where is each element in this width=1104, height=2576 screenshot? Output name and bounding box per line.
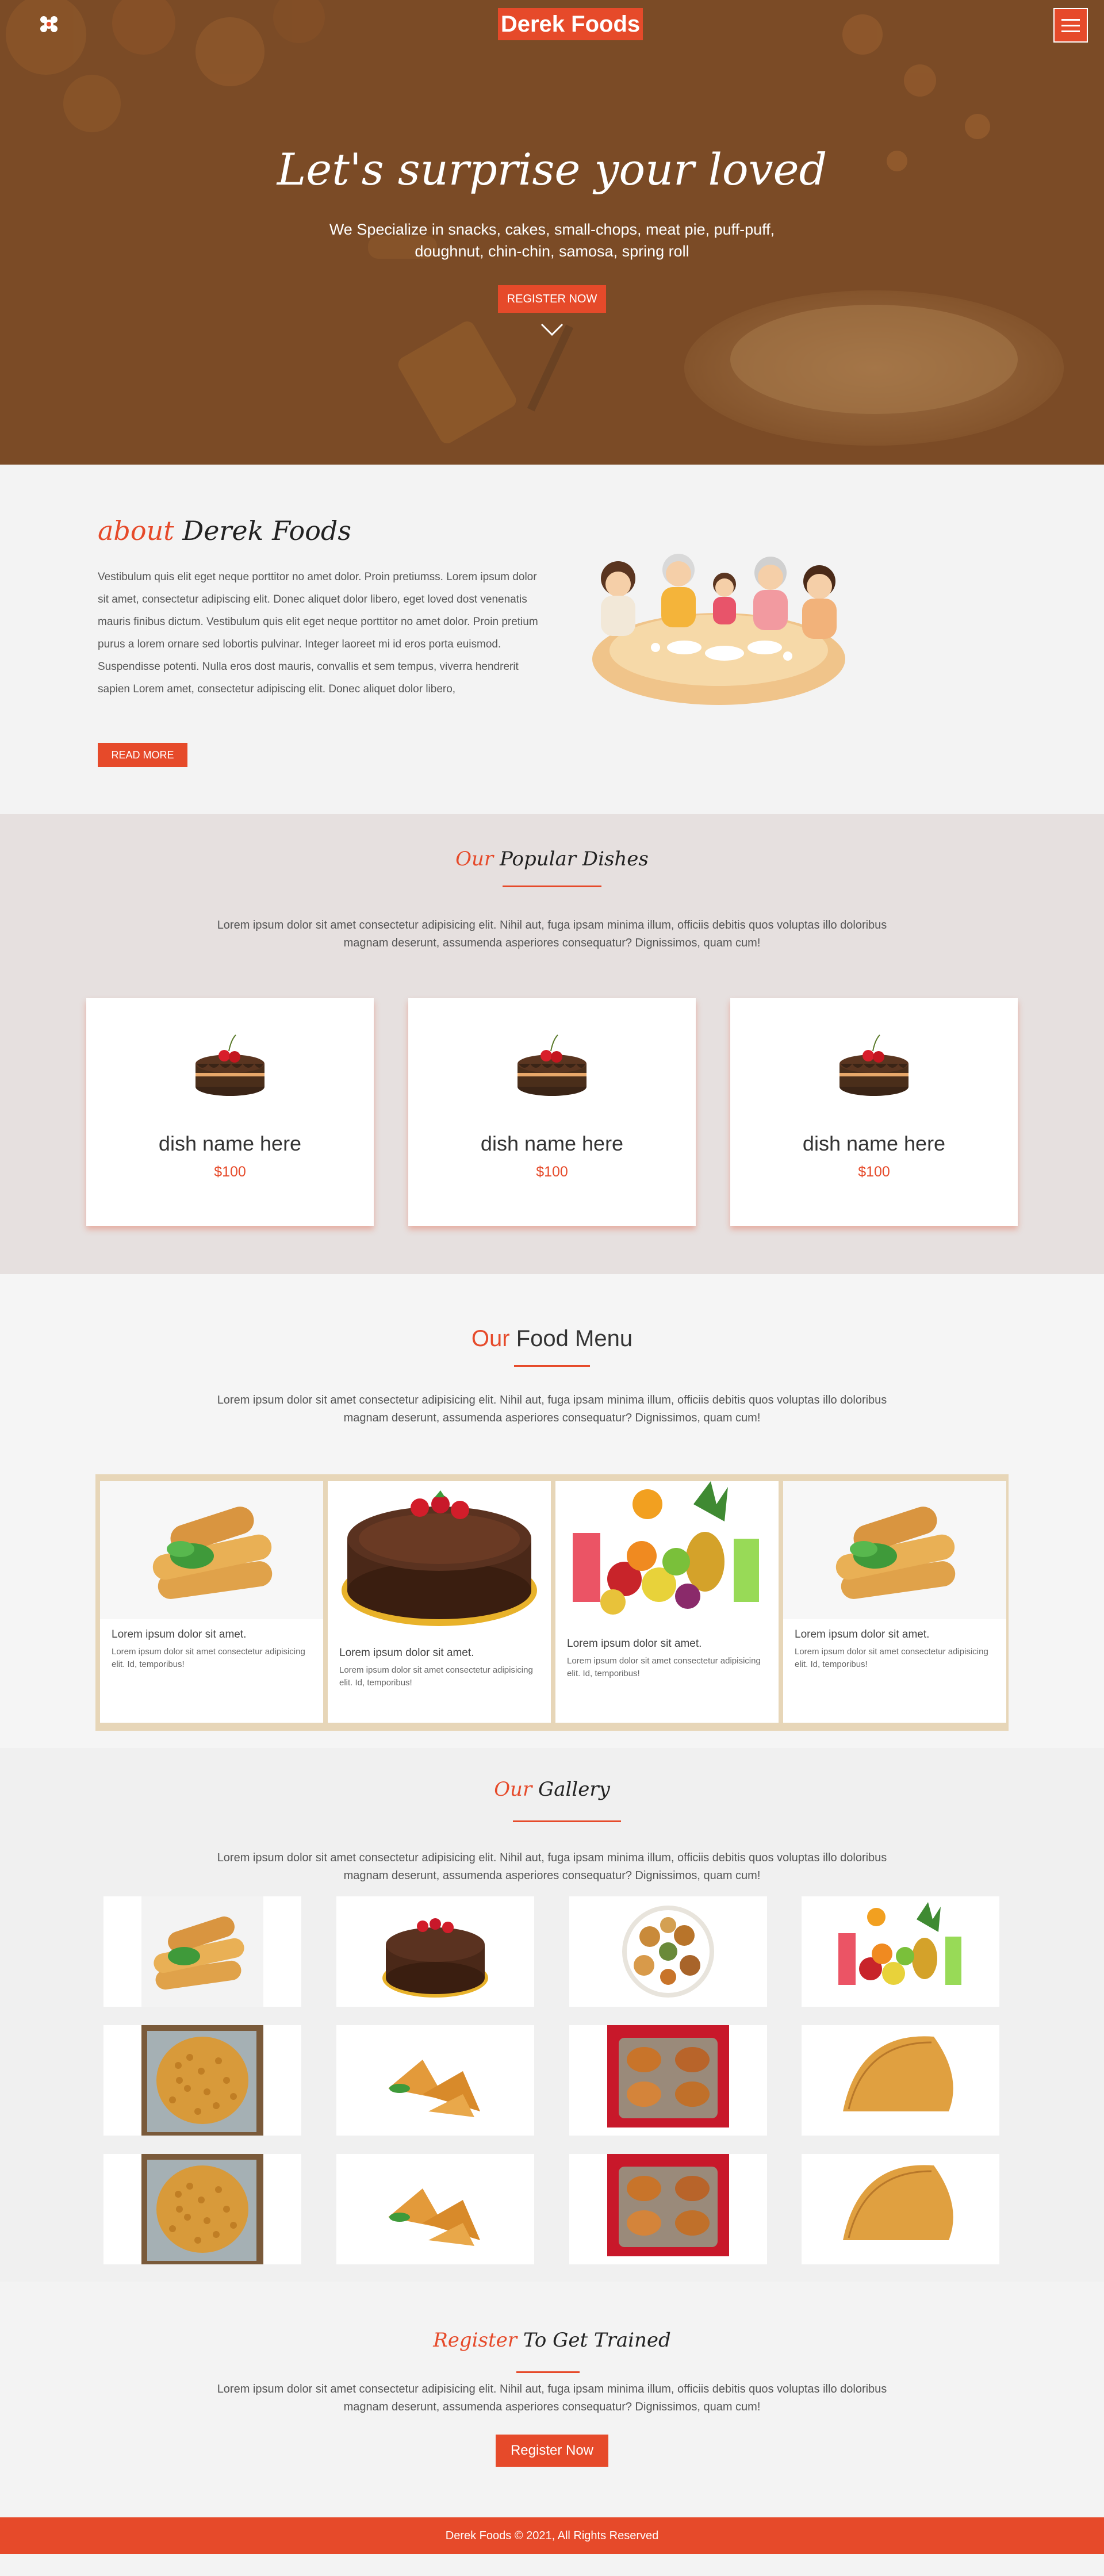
- copyright-text: Derek Foods © 2021, All Rights Reserved: [445, 2529, 659, 2542]
- flower-logo-icon[interactable]: [34, 13, 63, 36]
- hero-title: Let's surprise your loved: [277, 144, 827, 195]
- menu-item-desc: Lorem ipsum dolor sit amet consectetur a…: [339, 1665, 533, 1688]
- menu-item-card[interactable]: Lorem ipsum dolor sit amet. Lorem ipsum …: [783, 1481, 1006, 1723]
- gallery-image-spring-rolls[interactable]: [103, 1896, 301, 2007]
- menu-item-name: Lorem ipsum dolor sit amet.: [112, 1628, 247, 1640]
- gallery-image-samosa[interactable]: [336, 2025, 534, 2136]
- dish-name: dish name here: [480, 1132, 624, 1155]
- title-underline: [503, 885, 601, 887]
- dish-price: $100: [858, 1164, 890, 1180]
- gallery-image-meat-pie[interactable]: [802, 2025, 999, 2136]
- dish-card[interactable]: dish name here $100: [408, 998, 696, 1226]
- title-underline: [514, 1365, 590, 1367]
- menu-item-card[interactable]: Lorem ipsum dolor sit amet. Lorem ipsum …: [328, 1481, 551, 1723]
- dish-price: $100: [536, 1164, 568, 1180]
- read-more-button[interactable]: READ MORE: [98, 743, 187, 767]
- family-dinner-illustration: [592, 554, 845, 705]
- about-text: Vestibulum quis elit eget neque porttito…: [98, 571, 538, 695]
- popular-description: Lorem ipsum dolor sit amet consectetur a…: [217, 919, 887, 949]
- cake-image: [839, 1034, 908, 1096]
- cake-image: [518, 1034, 586, 1096]
- site-logo: Derek Foods: [500, 11, 641, 37]
- food-menu-title: Our Food Menu: [471, 1326, 633, 1351]
- gallery-image-chin-chin-bag[interactable]: [103, 2154, 301, 2264]
- title-underline: [513, 1820, 621, 1822]
- register-title: Register To Get Trained: [433, 2329, 671, 2352]
- menu-item-desc: Lorem ipsum dolor sit amet consectetur a…: [567, 1656, 761, 1678]
- gallery-image-meat-pie[interactable]: [802, 2154, 999, 2264]
- gallery-image-fruit-drinks[interactable]: [802, 1896, 999, 2007]
- gallery-image-chin-chin-bag[interactable]: [103, 2025, 301, 2136]
- food-menu-carousel: Lorem ipsum dolor sit amet. Lorem ipsum …: [95, 1474, 1009, 1731]
- hero-subtitle: We Specialize in snacks, cakes, small-ch…: [329, 221, 775, 260]
- gallery-image-meat-pie-tray[interactable]: [569, 2025, 767, 2136]
- hero-section: Derek Foods Let's surprise your loved We…: [0, 0, 1104, 465]
- register-now-button[interactable]: REGISTER NOW: [498, 285, 606, 313]
- about-section: about Derek Foods Vestibulum quis elit e…: [0, 465, 1104, 814]
- gallery-image-meat-pie-tray[interactable]: [569, 2154, 767, 2264]
- menu-item-name: Lorem ipsum dolor sit amet.: [567, 1638, 702, 1650]
- menu-item-card[interactable]: Lorem ipsum dolor sit amet. Lorem ipsum …: [100, 1481, 323, 1723]
- popular-title: Our Popular Dishes: [455, 848, 649, 871]
- food-menu-description: Lorem ipsum dolor sit amet consectetur a…: [217, 1394, 887, 1424]
- register-now-button[interactable]: Register Now: [496, 2435, 608, 2467]
- dish-name: dish name here: [802, 1132, 946, 1155]
- about-title: about Derek Foods: [98, 515, 351, 546]
- register-section: Register To Get Trained Lorem ipsum dolo…: [0, 2282, 1104, 2517]
- menu-item-name: Lorem ipsum dolor sit amet.: [795, 1628, 930, 1640]
- fruit-drinks-image: [555, 1481, 779, 1628]
- dish-name: dish name here: [158, 1132, 302, 1155]
- title-underline: [516, 2371, 580, 2373]
- footer-bar: Derek Foods © 2021, All Rights Reserved: [0, 2517, 1104, 2554]
- popular-dishes-section: Our Popular Dishes Lorem ipsum dolor sit…: [0, 814, 1104, 1274]
- register-description: Lorem ipsum dolor sit amet consectetur a…: [217, 2383, 887, 2413]
- hamburger-menu-button[interactable]: [1053, 8, 1088, 43]
- dish-card[interactable]: dish name here $100: [730, 998, 1018, 1226]
- menu-item-desc: Lorem ipsum dolor sit amet consectetur a…: [112, 1647, 305, 1669]
- spring-rolls-image: [100, 1481, 323, 1619]
- menu-item-name: Lorem ipsum dolor sit amet.: [339, 1647, 474, 1659]
- gallery-image-chocolate-cake[interactable]: [336, 1896, 534, 2007]
- spring-rolls-image: [783, 1481, 1006, 1619]
- gallery-section: Our Gallery Lorem ipsum dolor sit amet c…: [0, 1748, 1104, 2282]
- cake-image: [195, 1034, 264, 1096]
- chocolate-cake-image: [328, 1481, 551, 1636]
- gallery-image-samosa[interactable]: [336, 2154, 534, 2264]
- menu-item-card[interactable]: Lorem ipsum dolor sit amet. Lorem ipsum …: [555, 1481, 779, 1723]
- gallery-description: Lorem ipsum dolor sit amet consectetur a…: [217, 1851, 887, 1882]
- chevron-down-icon[interactable]: [539, 321, 565, 338]
- menu-item-desc: Lorem ipsum dolor sit amet consectetur a…: [795, 1647, 988, 1669]
- footer: Derek Foods © 2021, All Rights Reserved: [0, 2517, 1104, 2576]
- dish-card[interactable]: dish name here $100: [86, 998, 374, 1226]
- logo-box[interactable]: Derek Foods: [498, 8, 643, 40]
- hamburger-icon: [1061, 18, 1080, 21]
- dish-price: $100: [214, 1164, 246, 1180]
- gallery-title: Our Gallery: [494, 1778, 610, 1801]
- gallery-image-small-chops-platter[interactable]: [569, 1896, 767, 2007]
- food-menu-section: Our Food Menu Lorem ipsum dolor sit amet…: [0, 1274, 1104, 1748]
